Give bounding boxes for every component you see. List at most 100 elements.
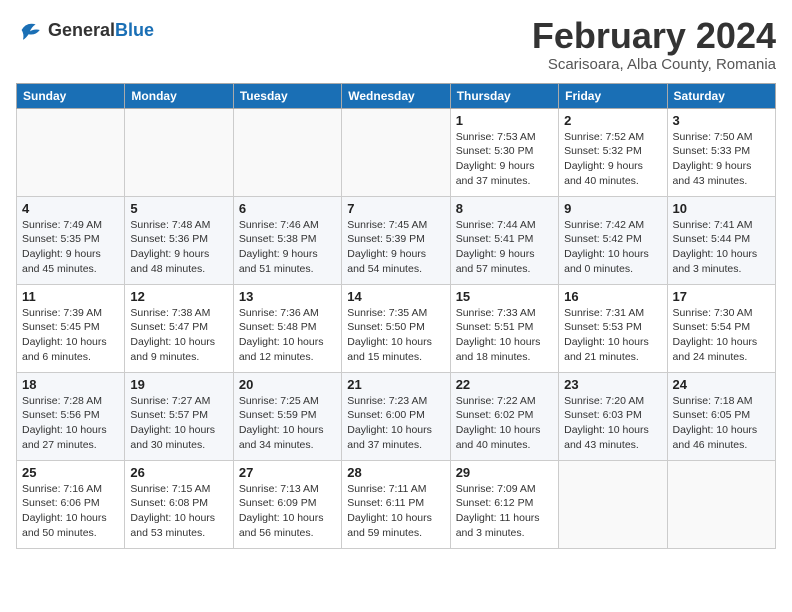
- day-number: 26: [130, 465, 227, 480]
- day-info: Sunrise: 7:28 AMSunset: 5:56 PMDaylight:…: [22, 394, 119, 453]
- calendar-cell: 1 Sunrise: 7:53 AMSunset: 5:30 PMDaylight…: [450, 108, 558, 196]
- calendar-cell: 17 Sunrise: 7:30 AMSunset: 5:54 PMDayligh…: [667, 284, 775, 372]
- calendar-cell: 23 Sunrise: 7:20 AMSunset: 6:03 PMDayligh…: [559, 372, 667, 460]
- day-number: 19: [130, 377, 227, 392]
- day-number: 25: [22, 465, 119, 480]
- calendar-cell: 24 Sunrise: 7:18 AMSunset: 6:05 PMDayligh…: [667, 372, 775, 460]
- day-info: Sunrise: 7:27 AMSunset: 5:57 PMDaylight:…: [130, 394, 227, 453]
- day-number: 12: [130, 289, 227, 304]
- week-row-5: 25 Sunrise: 7:16 AMSunset: 6:06 PMDayligh…: [17, 460, 776, 548]
- week-row-1: 1 Sunrise: 7:53 AMSunset: 5:30 PMDaylight…: [17, 108, 776, 196]
- weekday-header-friday: Friday: [559, 83, 667, 108]
- day-info: Sunrise: 7:18 AMSunset: 6:05 PMDaylight:…: [673, 394, 770, 453]
- calendar-cell: 28 Sunrise: 7:11 AMSunset: 6:11 PMDayligh…: [342, 460, 450, 548]
- day-info: Sunrise: 7:52 AMSunset: 5:32 PMDaylight:…: [564, 130, 661, 189]
- calendar-cell: 2Sunrise: 7:52 AMSunset: 5:32 PMDaylight…: [559, 108, 667, 196]
- day-info: Sunrise: 7:35 AMSunset: 5:50 PMDaylight:…: [347, 306, 444, 365]
- calendar-cell: 10 Sunrise: 7:41 AMSunset: 5:44 PMDayligh…: [667, 196, 775, 284]
- calendar-cell: 3 Sunrise: 7:50 AMSunset: 5:33 PMDaylight…: [667, 108, 775, 196]
- weekday-header-tuesday: Tuesday: [233, 83, 341, 108]
- day-number: 21: [347, 377, 444, 392]
- day-number: 13: [239, 289, 336, 304]
- day-number: 18: [22, 377, 119, 392]
- day-number: 27: [239, 465, 336, 480]
- calendar-cell: 25 Sunrise: 7:16 AMSunset: 6:06 PMDayligh…: [17, 460, 125, 548]
- day-info: Sunrise: 7:30 AMSunset: 5:54 PMDaylight:…: [673, 306, 770, 365]
- day-info: Sunrise: 7:45 AMSunset: 5:39 PMDaylight:…: [347, 218, 444, 277]
- day-info: Sunrise: 7:38 AMSunset: 5:47 PMDaylight:…: [130, 306, 227, 365]
- calendar-cell: 21 Sunrise: 7:23 AMSunset: 6:00 PMDayligh…: [342, 372, 450, 460]
- calendar-cell: 16Sunrise: 7:31 AMSunset: 5:53 PMDayligh…: [559, 284, 667, 372]
- calendar-cell: 4Sunrise: 7:49 AMSunset: 5:35 PMDaylight…: [17, 196, 125, 284]
- calendar-cell: 11 Sunrise: 7:39 AMSunset: 5:45 PMDayligh…: [17, 284, 125, 372]
- day-info: Sunrise: 7:20 AMSunset: 6:03 PMDaylight:…: [564, 394, 661, 453]
- day-info: Sunrise: 7:42 AMSunset: 5:42 PMDaylight:…: [564, 218, 661, 277]
- weekday-header-saturday: Saturday: [667, 83, 775, 108]
- logo-blue: Blue: [115, 20, 154, 41]
- day-info: Sunrise: 7:15 AMSunset: 6:08 PMDaylight:…: [130, 482, 227, 541]
- calendar-cell: [342, 108, 450, 196]
- calendar-cell: 13 Sunrise: 7:36 AMSunset: 5:48 PMDayligh…: [233, 284, 341, 372]
- calendar-cell: [125, 108, 233, 196]
- calendar-cell: 22 Sunrise: 7:22 AMSunset: 6:02 PMDayligh…: [450, 372, 558, 460]
- day-info: Sunrise: 7:36 AMSunset: 5:48 PMDaylight:…: [239, 306, 336, 365]
- day-info: Sunrise: 7:39 AMSunset: 5:45 PMDaylight:…: [22, 306, 119, 365]
- day-number: 8: [456, 201, 553, 216]
- calendar-cell: 7Sunrise: 7:45 AMSunset: 5:39 PMDaylight…: [342, 196, 450, 284]
- day-number: 22: [456, 377, 553, 392]
- calendar-cell: 14Sunrise: 7:35 AMSunset: 5:50 PMDayligh…: [342, 284, 450, 372]
- day-number: 23: [564, 377, 661, 392]
- calendar-cell: 18 Sunrise: 7:28 AMSunset: 5:56 PMDayligh…: [17, 372, 125, 460]
- calendar-cell: [667, 460, 775, 548]
- weekday-header-row: SundayMondayTuesdayWednesdayThursdayFrid…: [17, 83, 776, 108]
- day-info: Sunrise: 7:11 AMSunset: 6:11 PMDaylight:…: [347, 482, 444, 541]
- calendar-cell: 8 Sunrise: 7:44 AMSunset: 5:41 PMDaylight…: [450, 196, 558, 284]
- day-info: Sunrise: 7:41 AMSunset: 5:44 PMDaylight:…: [673, 218, 770, 277]
- day-number: 9: [564, 201, 661, 216]
- logo-icon: [16, 16, 44, 44]
- day-number: 10: [673, 201, 770, 216]
- day-number: 11: [22, 289, 119, 304]
- day-number: 24: [673, 377, 770, 392]
- location-title: Scarisoara, Alba County, Romania: [532, 56, 776, 73]
- day-number: 3: [673, 113, 770, 128]
- day-info: Sunrise: 7:44 AMSunset: 5:41 PMDaylight:…: [456, 218, 553, 277]
- day-number: 6: [239, 201, 336, 216]
- weekday-header-wednesday: Wednesday: [342, 83, 450, 108]
- calendar-cell: 27 Sunrise: 7:13 AMSunset: 6:09 PMDayligh…: [233, 460, 341, 548]
- day-number: 5: [130, 201, 227, 216]
- day-info: Sunrise: 7:50 AMSunset: 5:33 PMDaylight:…: [673, 130, 770, 189]
- weekday-header-monday: Monday: [125, 83, 233, 108]
- weekday-header-thursday: Thursday: [450, 83, 558, 108]
- calendar-table: SundayMondayTuesdayWednesdayThursdayFrid…: [16, 83, 776, 549]
- day-info: Sunrise: 7:23 AMSunset: 6:00 PMDaylight:…: [347, 394, 444, 453]
- calendar-cell: 9 Sunrise: 7:42 AMSunset: 5:42 PMDaylight…: [559, 196, 667, 284]
- day-info: Sunrise: 7:53 AMSunset: 5:30 PMDaylight:…: [456, 130, 553, 189]
- day-info: Sunrise: 7:22 AMSunset: 6:02 PMDaylight:…: [456, 394, 553, 453]
- day-number: 29: [456, 465, 553, 480]
- day-number: 1: [456, 113, 553, 128]
- logo-general: General: [48, 20, 115, 41]
- day-info: Sunrise: 7:16 AMSunset: 6:06 PMDaylight:…: [22, 482, 119, 541]
- month-title: February 2024: [532, 16, 776, 56]
- calendar-cell: [559, 460, 667, 548]
- week-row-2: 4Sunrise: 7:49 AMSunset: 5:35 PMDaylight…: [17, 196, 776, 284]
- calendar-cell: [17, 108, 125, 196]
- page-header: GeneralBlue February 2024 Scarisoara, Al…: [16, 16, 776, 73]
- day-info: Sunrise: 7:33 AMSunset: 5:51 PMDaylight:…: [456, 306, 553, 365]
- week-row-4: 18 Sunrise: 7:28 AMSunset: 5:56 PMDayligh…: [17, 372, 776, 460]
- day-info: Sunrise: 7:13 AMSunset: 6:09 PMDaylight:…: [239, 482, 336, 541]
- day-info: Sunrise: 7:49 AMSunset: 5:35 PMDaylight:…: [22, 218, 119, 277]
- day-info: Sunrise: 7:09 AMSunset: 6:12 PMDaylight:…: [456, 482, 553, 541]
- calendar-cell: 5 Sunrise: 7:48 AMSunset: 5:36 PMDaylight…: [125, 196, 233, 284]
- day-info: Sunrise: 7:25 AMSunset: 5:59 PMDaylight:…: [239, 394, 336, 453]
- calendar-cell: 20Sunrise: 7:25 AMSunset: 5:59 PMDayligh…: [233, 372, 341, 460]
- day-number: 28: [347, 465, 444, 480]
- logo-text: GeneralBlue: [48, 20, 154, 41]
- day-info: Sunrise: 7:48 AMSunset: 5:36 PMDaylight:…: [130, 218, 227, 277]
- calendar-cell: 29 Sunrise: 7:09 AMSunset: 6:12 PMDayligh…: [450, 460, 558, 548]
- calendar-cell: 26 Sunrise: 7:15 AMSunset: 6:08 PMDayligh…: [125, 460, 233, 548]
- day-number: 17: [673, 289, 770, 304]
- day-number: 16: [564, 289, 661, 304]
- week-row-3: 11 Sunrise: 7:39 AMSunset: 5:45 PMDayligh…: [17, 284, 776, 372]
